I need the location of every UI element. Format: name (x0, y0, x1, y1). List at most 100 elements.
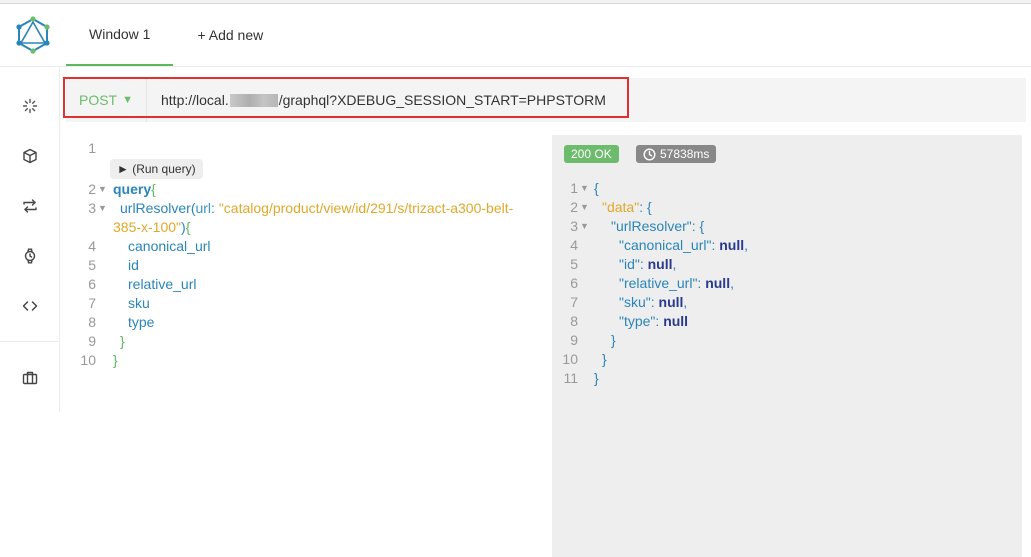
briefcase-icon[interactable] (20, 368, 40, 388)
http-method-select[interactable]: POST ▼ (66, 78, 146, 122)
sidebar-divider (0, 341, 60, 342)
response-line: 5 "id": null, (552, 255, 1022, 274)
query-line: 10 } (70, 351, 550, 370)
field-key: "sku" (619, 294, 651, 310)
field-key: "type" (619, 313, 656, 329)
line-number: 11 (563, 370, 578, 386)
data-key: "data" (602, 199, 640, 215)
argument-value: "catalog/product/view/id/291/s/trizact-a… (218, 200, 514, 216)
query-line: 2 ▼ query{ (70, 180, 550, 199)
run-query-button[interactable]: ► (Run query) (110, 159, 203, 179)
line-number: 10 (562, 351, 578, 367)
line-number: 7 (570, 294, 578, 310)
line-number: 6 (88, 276, 96, 292)
response-line: 10 } (552, 350, 1022, 369)
fold-arrow-icon[interactable]: ▼ (98, 180, 107, 199)
query-field: canonical_url (128, 238, 211, 254)
cube-icon[interactable] (20, 146, 40, 166)
query-line: 8 type (70, 313, 550, 332)
code-icon[interactable] (20, 296, 40, 316)
line-number: 5 (88, 257, 96, 273)
query-editor[interactable]: 1 ► (Run query) 2 ▼ query{ 3 ▼ urlResolv… (70, 135, 550, 557)
response-line: 6 "relative_url": null, (552, 274, 1022, 293)
query-line: 6 relative_url (70, 275, 550, 294)
line-number: 2 (570, 199, 578, 215)
fold-arrow-icon[interactable]: ▼ (98, 199, 107, 218)
response-line: 4 "canonical_url": null, (552, 236, 1022, 255)
line-number: 6 (570, 275, 578, 291)
resolver-function: urlResolver (120, 200, 191, 216)
brace-close: } (113, 352, 118, 368)
line-number: 5 (570, 256, 578, 272)
brace-close: } (120, 333, 125, 349)
response-line: 1 ▼ { (552, 179, 1022, 198)
query-line: 7 sku (70, 294, 550, 313)
query-line: 9 } (70, 332, 550, 351)
tab-window-1[interactable]: Window 1 (66, 4, 174, 66)
watch-icon[interactable] (20, 246, 40, 266)
graphql-logo-icon (16, 16, 50, 54)
request-url-bar: POST ▼ http://local. /graphql?XDEBUG_SESS… (66, 78, 1026, 122)
fold-arrow-icon[interactable]: ▼ (580, 198, 589, 217)
status-badge: 200 OK (564, 145, 619, 163)
response-line: 2 ▼ "data": { (552, 198, 1022, 217)
line-number: 10 (80, 352, 96, 368)
line-number: 4 (570, 237, 578, 253)
query-line: 385-x-100"){ (113, 219, 191, 235)
resolver-key: "urlResolver" (611, 218, 692, 234)
query-keyword: query (113, 181, 152, 197)
clock-icon (643, 147, 656, 161)
brace-open: { (151, 181, 156, 197)
line-number: 1 (88, 140, 96, 156)
line-number: 9 (570, 332, 578, 348)
response-time-badge: 57838ms (636, 145, 717, 163)
response-line: 3 ▼ "urlResolver": { (552, 217, 1022, 236)
field-value: null (705, 275, 731, 291)
fold-arrow-icon[interactable]: ▼ (580, 179, 589, 198)
response-viewer[interactable]: 200 OK 57838ms 1 ▼ { 2 ▼ "data": { 3 ▼ "… (552, 135, 1022, 557)
response-line: 9 } (552, 331, 1022, 350)
field-key: "id" (619, 256, 640, 272)
argument-value-continued: 385-x-100" (113, 219, 182, 235)
line-number: 8 (88, 314, 96, 330)
endpoint-url-input[interactable]: http://local. /graphql?XDEBUG_SESSION_STA… (146, 78, 1026, 122)
response-line: 8 "type": null (552, 312, 1022, 331)
query-line: 3 ▼ urlResolver(url: "catalog/product/vi… (70, 199, 550, 218)
sidebar (0, 67, 60, 412)
query-field: sku (128, 295, 150, 311)
query-field: relative_url (128, 276, 197, 292)
line-number: 8 (570, 313, 578, 329)
window-tabs: Window 1 + Add new (66, 4, 287, 66)
fold-arrow-icon[interactable]: ▼ (580, 217, 589, 236)
line-number: 3 (88, 200, 96, 216)
transfer-arrows-icon[interactable] (20, 196, 40, 216)
loading-spinner-icon[interactable] (20, 96, 40, 116)
response-time-text: 57838ms (660, 147, 710, 161)
field-key: "canonical_url" (619, 237, 712, 253)
redacted-host-blur (229, 93, 278, 107)
field-value: null (663, 313, 689, 329)
field-value: null (719, 237, 745, 253)
http-method-label: POST (78, 92, 118, 108)
url-prefix: http://local. (161, 92, 229, 108)
query-line: 4 canonical_url (70, 237, 550, 256)
field-value: null (647, 256, 673, 272)
chevron-down-icon: ▼ (122, 94, 133, 106)
add-new-tab-button[interactable]: + Add new (173, 4, 287, 66)
line-number: 2 (88, 181, 96, 197)
line-number: 1 (570, 180, 578, 196)
query-field: id (128, 257, 139, 273)
line-number: 3 (570, 218, 578, 234)
line-number: 9 (88, 333, 96, 349)
header-divider (0, 66, 1031, 67)
query-field: type (128, 314, 155, 330)
query-line: 5 id (70, 256, 550, 275)
response-line: 7 "sku": null, (552, 293, 1022, 312)
query-line: 1 (70, 139, 550, 158)
field-key: "relative_url" (619, 275, 698, 291)
line-number: 7 (88, 295, 96, 311)
line-number: 4 (88, 238, 96, 254)
response-line: 11 } (552, 369, 1022, 388)
argument-name: url (195, 200, 212, 216)
field-value: null (658, 294, 684, 310)
